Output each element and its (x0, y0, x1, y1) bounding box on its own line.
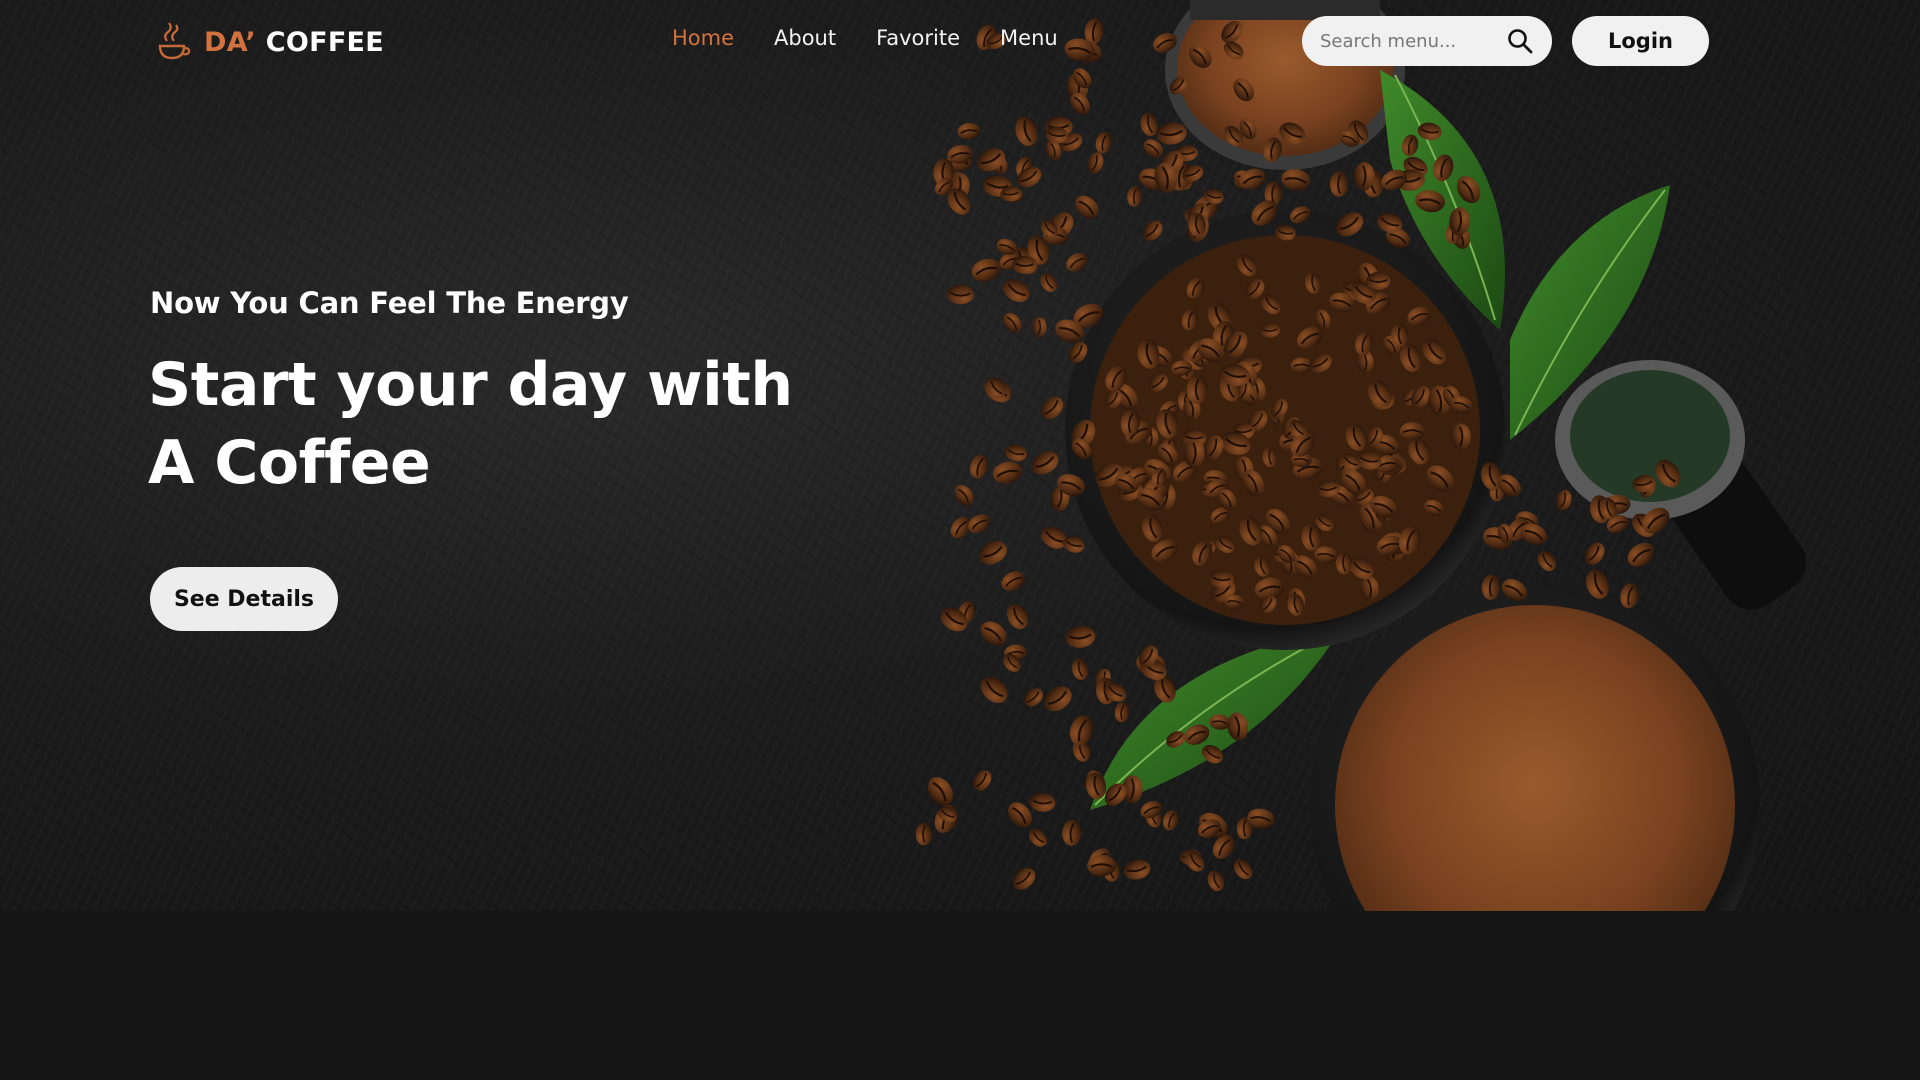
nav-favorite[interactable]: Favorite (876, 26, 960, 50)
hero-section: DA’ COFFEE Home About Favorite Menu Logi… (0, 0, 1920, 911)
navbar: DA’ COFFEE Home About Favorite Menu Logi… (0, 0, 1920, 82)
ground-coffee-bowl (1310, 580, 1760, 911)
hero-headline: Start your day with A Coffee (148, 346, 868, 502)
headline-line-1: Start your day with (148, 350, 793, 420)
search-icon[interactable] (1506, 27, 1534, 55)
hero-tagline: Now You Can Feel The Energy (150, 286, 629, 320)
login-button[interactable]: Login (1572, 16, 1709, 66)
nav-menu[interactable]: Menu (1000, 26, 1058, 50)
search-input[interactable] (1320, 30, 1500, 52)
coffee-cup-logo-icon (158, 22, 191, 60)
brand-name: DA’ COFFEE (204, 27, 384, 58)
below-hero-area (0, 911, 1920, 1080)
brand-accent: DA’ (204, 26, 256, 58)
headline-line-2: A Coffee (148, 428, 431, 498)
nav-links: Home About Favorite Menu (672, 26, 1058, 50)
search-box (1302, 16, 1552, 66)
brand-word: COFFEE (265, 26, 385, 58)
nav-home[interactable]: Home (672, 26, 734, 50)
nav-about[interactable]: About (774, 26, 836, 50)
brand[interactable]: DA’ COFFEE (150, 18, 384, 66)
see-details-button[interactable]: See Details (150, 567, 338, 631)
